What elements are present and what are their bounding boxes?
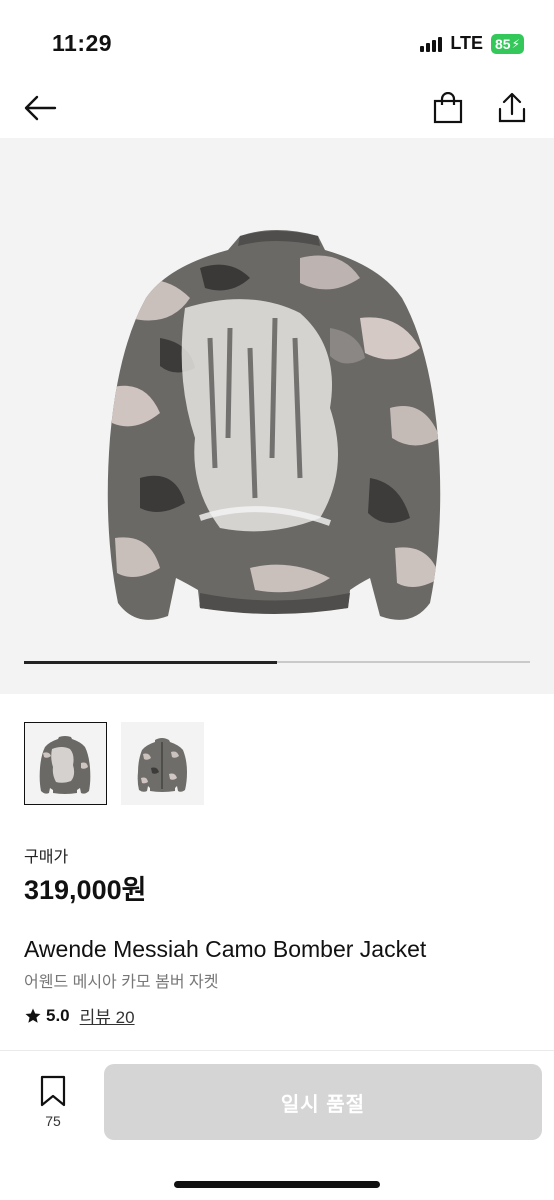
cart-button[interactable] [426, 86, 470, 130]
share-icon [498, 92, 526, 123]
product-subtitle: 어웬드 메시아 카모 봄버 자켓 [24, 974, 219, 991]
star-icon [25, 1008, 41, 1023]
bookmark-icon [40, 1075, 66, 1107]
thumbnail-list [24, 722, 204, 805]
back-button[interactable] [18, 86, 62, 130]
review-link[interactable]: 리뷰 20 [80, 1003, 135, 1028]
bookmark-button[interactable]: 75 [30, 1075, 76, 1135]
thumbnail-front-image [137, 738, 187, 792]
rating-value: 5.0 [46, 1005, 70, 1025]
network-label: LTE [450, 33, 483, 53]
divider [0, 1050, 554, 1051]
sold-out-label: 일시 품절 [280, 1093, 366, 1116]
price: 319,000원 [24, 875, 147, 905]
carousel-progress-fill [24, 660, 277, 664]
product-image [107, 230, 441, 620]
price-label: 구매가 [24, 849, 69, 866]
bookmark-count: 75 [45, 1113, 61, 1129]
status-time: 11:29 [52, 30, 113, 56]
product-title: Awende Messiah Camo Bomber Jacket [24, 936, 427, 962]
home-indicator [174, 1181, 380, 1188]
carousel-progress [24, 660, 530, 664]
sold-out-button[interactable]: 일시 품절 [104, 1064, 542, 1140]
battery-icon: 85 ⚡ [490, 33, 524, 54]
thumbnail-back[interactable] [24, 722, 107, 805]
status-bar: 11:29 LTE 85 ⚡ [0, 0, 554, 76]
signal-icon [420, 36, 443, 52]
top-nav [0, 76, 554, 138]
arrow-left-icon [24, 95, 57, 121]
product-image-carousel[interactable] [0, 138, 554, 694]
share-button[interactable] [490, 86, 534, 130]
thumbnail-back-image [39, 736, 91, 794]
battery-level: 85 [494, 35, 511, 52]
status-indicators: LTE 85 ⚡ [420, 33, 524, 54]
rating-row: 5.0 리뷰 20 [24, 1003, 135, 1028]
thumbnail-front[interactable] [121, 722, 204, 805]
shopping-bag-icon [433, 92, 463, 124]
